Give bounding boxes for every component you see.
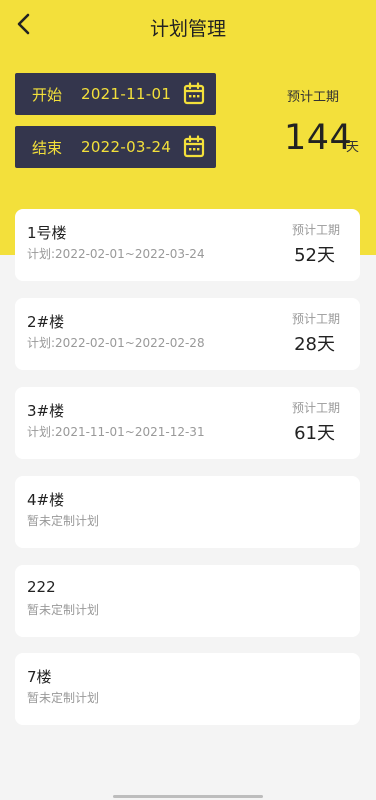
- plan-status: 暂未定制计划: [27, 603, 100, 617]
- building-name: 3#楼: [27, 402, 65, 420]
- start-date-picker[interactable]: 开始 2021-11-01: [15, 73, 216, 115]
- home-indicator[interactable]: [113, 795, 263, 798]
- duration-value: 61天: [294, 423, 335, 444]
- list-item[interactable]: 7楼 暂未定制计划: [15, 653, 360, 725]
- building-name: 4#楼: [27, 491, 65, 509]
- plan-range: 计划:2022-02-01~2022-03-24: [27, 247, 205, 261]
- building-name: 1号楼: [27, 224, 67, 242]
- duration-value: 28天: [294, 334, 335, 355]
- list-item[interactable]: 222 暂未定制计划: [15, 565, 360, 637]
- end-date-label: 结束: [32, 138, 63, 157]
- duration-label: 预计工期: [291, 401, 340, 415]
- calendar-icon[interactable]: [183, 135, 205, 159]
- plan-range: 计划:2022-02-01~2022-02-28: [27, 336, 205, 350]
- duration-label: 预计工期: [291, 312, 340, 326]
- duration-label: 预计工期: [291, 223, 340, 237]
- plan-status: 暂未定制计划: [27, 514, 100, 528]
- start-date-value: 2021-11-01: [81, 85, 172, 103]
- list-item[interactable]: 3#楼 计划:2021-11-01~2021-12-31 预计工期 61天: [15, 387, 360, 459]
- plan-range: 计划:2021-11-01~2021-12-31: [27, 425, 205, 439]
- plan-status: 暂未定制计划: [27, 691, 100, 705]
- page-title: 计划管理: [149, 18, 226, 40]
- building-name: 7楼: [27, 668, 52, 686]
- list-item[interactable]: 4#楼 暂未定制计划: [15, 476, 360, 548]
- total-duration-unit: 天: [346, 140, 360, 155]
- building-name: 222: [27, 578, 56, 596]
- total-duration-days: 144: [284, 118, 353, 158]
- building-name: 2#楼: [27, 313, 65, 331]
- total-duration-label: 预计工期: [286, 90, 339, 105]
- calendar-icon[interactable]: [183, 82, 205, 106]
- list-item[interactable]: 1号楼 计划:2022-02-01~2022-03-24 预计工期 52天: [15, 209, 360, 281]
- end-date-value: 2022-03-24: [81, 138, 172, 156]
- duration-value: 52天: [294, 245, 335, 266]
- start-date-label: 开始: [32, 85, 63, 104]
- top-bar: 计划管理: [0, 0, 376, 52]
- end-date-picker[interactable]: 结束 2022-03-24: [15, 126, 216, 168]
- list-item[interactable]: 2#楼 计划:2022-02-01~2022-02-28 预计工期 28天: [15, 298, 360, 370]
